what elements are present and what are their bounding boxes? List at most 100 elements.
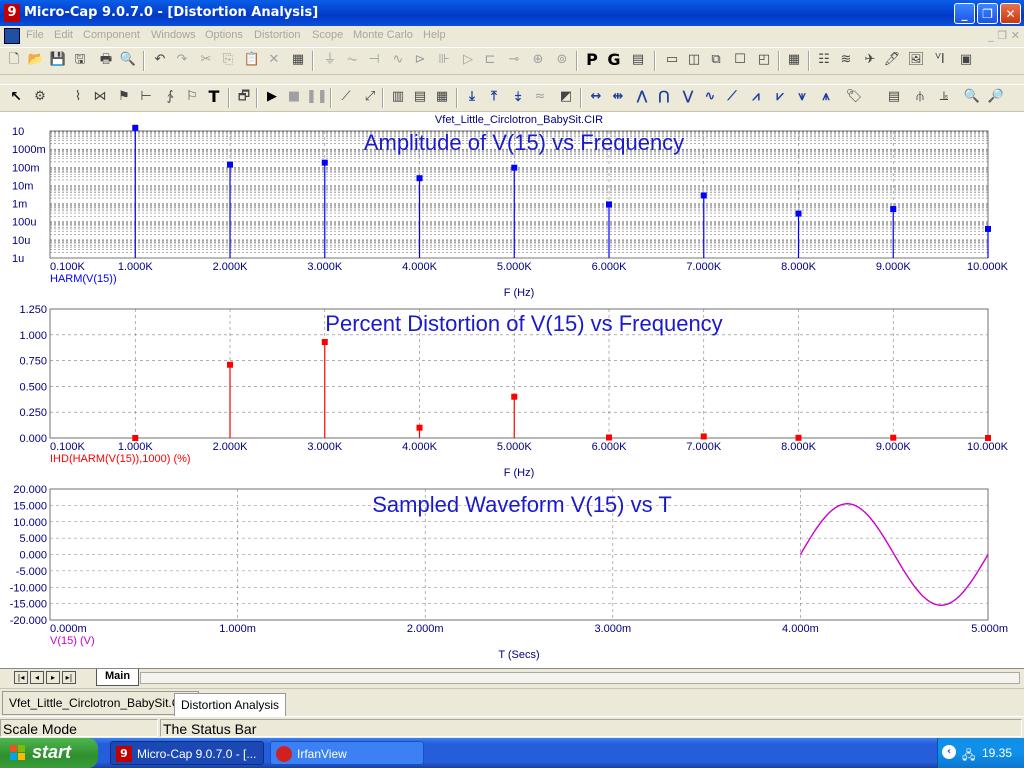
save-all-icon[interactable]: 🖫 [70, 50, 90, 70]
bottom-icon[interactable]: ⩚ [816, 87, 836, 107]
p-button[interactable]: P [582, 50, 602, 70]
zoom-in-icon[interactable]: 🔍 [962, 87, 982, 107]
app-icon[interactable]: 9 [4, 4, 20, 22]
delete-icon[interactable]: ✕ [264, 50, 284, 70]
valley-wave-icon[interactable]: ⋂ [654, 87, 674, 107]
menu-file[interactable]: File [26, 29, 44, 41]
split-icon[interactable]: ◰ [754, 50, 774, 70]
sheet-tab-main[interactable]: Main [96, 669, 140, 686]
first-sheet-button[interactable]: |◂ [14, 671, 28, 684]
menu-windows[interactable]: Windows [151, 29, 196, 41]
node-icon[interactable]: ⊕ [528, 50, 548, 70]
data-table-icon[interactable]: ▤ [884, 87, 904, 107]
cut-icon[interactable]: ✂ [196, 50, 216, 70]
cursor-icon[interactable]: ⤓ [462, 87, 482, 107]
image-export-icon[interactable]: ▣ [956, 50, 976, 70]
redo-icon[interactable]: ↷ [172, 50, 192, 70]
prev-sheet-button[interactable]: ◂ [30, 671, 44, 684]
tag-vertical-icon[interactable]: ⫡ [934, 87, 954, 107]
open-icon[interactable]: 📂 [26, 50, 46, 70]
g-button[interactable]: G [604, 50, 624, 70]
properties-icon[interactable]: 🗗 [234, 87, 254, 107]
analysis-plots[interactable]: Vfet_Little_Circlotron_BabySit.CIR 10 1000… [0, 112, 1024, 668]
undo-icon[interactable]: ↶ [150, 50, 170, 70]
resistor-icon[interactable]: ⏦ [342, 50, 362, 70]
tag-horizontal-icon[interactable]: ⫛ [910, 87, 930, 107]
switch-icon[interactable]: ⊸ [504, 50, 524, 70]
menu-help[interactable]: Help [423, 29, 446, 41]
peak-wave-icon[interactable]: ⋀ [632, 87, 652, 107]
menu-monte-carlo[interactable]: Monte Carlo [353, 29, 413, 41]
valley-icon[interactable]: ⤈ [508, 87, 528, 107]
tag-icon[interactable]: 🏷 [844, 87, 864, 107]
high-icon[interactable]: ⋁ [678, 87, 698, 107]
chart-icon[interactable]: ◩ [556, 87, 576, 107]
wire-mode-icon[interactable]: ⌇ [68, 87, 88, 107]
grid-icon[interactable]: ▤ [628, 50, 648, 70]
start-button[interactable]: start [0, 738, 98, 768]
tile-horizontal-icon[interactable]: ▭ [662, 50, 682, 70]
flag-mode-icon[interactable]: ⚑ [114, 87, 134, 107]
smooth-icon[interactable]: ≈ [530, 87, 550, 107]
menu-edit[interactable]: Edit [54, 29, 73, 41]
mdi-controls[interactable]: _ ❐ ✕ [988, 29, 1020, 42]
probe-icon[interactable]: ✈ [860, 50, 880, 70]
v-i-icon[interactable]: ⱽI [930, 50, 950, 70]
pin-mode-icon[interactable]: ⊢ [136, 87, 156, 107]
tile-vertical-icon[interactable]: ◫ [684, 50, 704, 70]
vertical-cursor-icon[interactable]: ⇹ [608, 87, 628, 107]
zoom-out-icon[interactable]: 🔎 [986, 87, 1006, 107]
diode-icon[interactable]: ⊳ [410, 50, 430, 70]
window-icon[interactable]: ☐ [730, 50, 750, 70]
text-tool[interactable]: T [204, 87, 224, 107]
select-all-icon[interactable]: ▦ [288, 50, 308, 70]
fc2-icon[interactable]: ⚐ [182, 87, 202, 107]
tray-expand-icon[interactable]: ‹ [942, 745, 956, 759]
copy-icon[interactable]: ⎘ [218, 50, 238, 70]
arrow-line-icon[interactable]: ⤢ [360, 87, 380, 107]
print-icon[interactable]: 🖶 [96, 50, 116, 70]
taskbar-item-irfanview[interactable]: IrfanView [270, 741, 424, 765]
new-icon[interactable]: 🗋 [4, 50, 24, 70]
menu-component[interactable]: Component [83, 29, 140, 41]
last-sheet-button[interactable]: ▸| [62, 671, 76, 684]
menu-options[interactable]: Options [205, 29, 243, 41]
source-icon[interactable]: ⊚ [552, 50, 572, 70]
line-icon[interactable]: ⟋ [336, 87, 356, 107]
save-icon[interactable]: 💾 [48, 50, 68, 70]
calculator-icon[interactable]: ▦ [784, 50, 804, 70]
component-list-icon[interactable]: ☷ [814, 50, 834, 70]
maximize-button[interactable]: ❐ [977, 3, 998, 24]
top-icon[interactable]: ⩛ [792, 87, 812, 107]
tab-distortion-analysis[interactable]: Distortion Analysis [174, 693, 287, 717]
network-icon[interactable]: 🖧 [962, 746, 975, 767]
document-icon[interactable] [4, 28, 20, 44]
print-preview-icon[interactable]: 🔍 [118, 50, 138, 70]
close-button[interactable]: ✕ [1000, 3, 1021, 24]
horizontal-scrollbar[interactable] [140, 672, 1020, 684]
horizontal-cursor-icon[interactable]: ↔ [586, 87, 606, 107]
low-icon[interactable]: ∿ [700, 87, 720, 107]
plot-window[interactable]: Vfet_Little_Circlotron_BabySit.CIR 10 1000… [0, 112, 1024, 668]
taskbar-item-microcap[interactable]: 9 Micro-Cap 9.0.7.0 - [... [110, 741, 264, 765]
global-low-icon[interactable]: ⩗ [770, 87, 790, 107]
select-mode-icon[interactable]: ↖ [6, 87, 26, 107]
inductor-icon[interactable]: ∿ [388, 50, 408, 70]
paste-icon[interactable]: 📋 [242, 50, 262, 70]
picture-icon[interactable]: 🖼 [906, 50, 926, 70]
next-sheet-button[interactable]: ▸ [46, 671, 60, 684]
component-mode-icon[interactable]: ⚙ [30, 87, 50, 107]
tab-circuit-file[interactable]: Vfet_Little_Circlotron_BabySit.CIR [2, 691, 200, 715]
peak-icon[interactable]: ⤒ [484, 87, 504, 107]
ground-icon[interactable]: ⏚ [320, 50, 340, 70]
scale-icon[interactable]: ▥ [388, 87, 408, 107]
cascade-icon[interactable]: ⧉ [706, 50, 726, 70]
menu-scope[interactable]: Scope [312, 29, 343, 41]
bus-mode-icon[interactable]: ⋈ [90, 87, 110, 107]
minimize-button[interactable]: _ [954, 3, 975, 24]
battery-icon[interactable]: ⊪ [434, 50, 454, 70]
fc-icon[interactable]: ∱ [160, 87, 180, 107]
waveform-icon[interactable]: ≋ [836, 50, 856, 70]
table-icon[interactable]: ▤ [410, 87, 430, 107]
grid-view-icon[interactable]: ▦ [432, 87, 452, 107]
